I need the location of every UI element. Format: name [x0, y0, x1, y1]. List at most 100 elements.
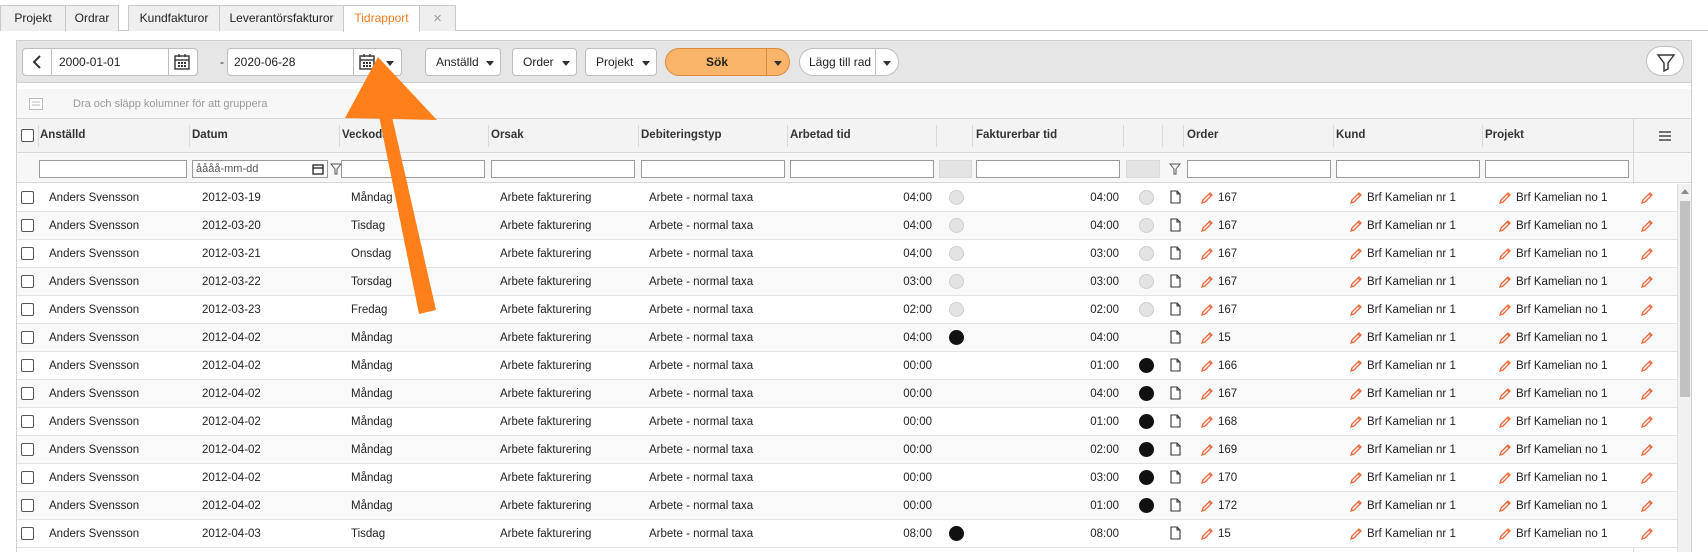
customer-cell[interactable]: Brf Kamelian nr 1	[1367, 360, 1456, 372]
order-cell[interactable]: 167	[1218, 388, 1237, 400]
pencil-icon[interactable]	[1498, 219, 1512, 233]
order-cell[interactable]: 168	[1218, 416, 1237, 428]
pencil-icon[interactable]	[1349, 331, 1363, 345]
add-row-button[interactable]: Lägg till rad	[799, 48, 899, 76]
pencil-icon[interactable]	[1640, 331, 1654, 345]
document-icon[interactable]	[1170, 526, 1181, 540]
pencil-icon[interactable]	[1498, 415, 1512, 429]
column-header-billing-type[interactable]: Debiteringstyp	[641, 129, 722, 141]
billing-type-filter-input[interactable]	[641, 160, 785, 178]
document-icon[interactable]	[1170, 330, 1181, 344]
pencil-icon[interactable]	[1498, 331, 1512, 345]
pencil-icon[interactable]	[1349, 191, 1363, 205]
customer-cell[interactable]: Brf Kamelian nr 1	[1367, 500, 1456, 512]
tab-kundfakturor[interactable]: Kundfakturor	[128, 5, 220, 31]
document-icon[interactable]	[1170, 498, 1181, 512]
pencil-icon[interactable]	[1349, 275, 1363, 289]
pencil-icon[interactable]	[1498, 359, 1512, 373]
pencil-icon[interactable]	[1349, 359, 1363, 373]
calendar-button[interactable]	[173, 53, 191, 74]
pencil-icon[interactable]	[1349, 527, 1363, 541]
pencil-icon[interactable]	[1640, 443, 1654, 457]
customer-cell[interactable]: Brf Kamelian nr 1	[1367, 304, 1456, 316]
column-header-billable-time[interactable]: Fakturerbar tid	[976, 129, 1057, 141]
project-cell[interactable]: Brf Kamelian no 1	[1516, 472, 1607, 484]
pencil-icon[interactable]	[1640, 387, 1654, 401]
pencil-icon[interactable]	[1498, 247, 1512, 261]
table-row[interactable]: Anders Svensson 2012-04-02 Måndag Arbete fa…	[17, 324, 1677, 352]
document-icon[interactable]	[1170, 386, 1181, 400]
billable-time-filter-input[interactable]	[976, 160, 1120, 178]
pencil-icon[interactable]	[1498, 527, 1512, 541]
table-row[interactable]: Anders Svensson 2012-03-23 Fredag Arbete fa…	[17, 296, 1677, 324]
tab-tidrapport[interactable]: Tidrapport	[343, 5, 420, 32]
search-button[interactable]: Sök	[665, 48, 790, 76]
table-row[interactable]: Anders Svensson 2012-04-03 Tisdag Arbete fa…	[17, 520, 1677, 548]
document-icon[interactable]	[1170, 358, 1181, 372]
group-by-bar[interactable]: Dra och släpp kolumner för att gruppera	[17, 89, 1691, 119]
pencil-icon[interactable]	[1200, 415, 1214, 429]
project-cell[interactable]: Brf Kamelian no 1	[1516, 248, 1607, 260]
column-header-date[interactable]: Datum	[192, 129, 228, 141]
customer-cell[interactable]: Brf Kamelian nr 1	[1367, 388, 1456, 400]
row-checkbox[interactable]	[21, 247, 34, 260]
table-row[interactable]: Anders Svensson 2012-03-22 Torsdag Arbete f…	[17, 268, 1677, 296]
table-row[interactable]: Anders Svensson 2012-04-02 Måndag Arbete fa…	[17, 352, 1677, 380]
order-dropdown[interactable]: Order	[512, 48, 577, 76]
project-filter-input[interactable]	[1485, 160, 1629, 178]
row-checkbox[interactable]	[21, 387, 34, 400]
project-dropdown[interactable]: Projekt	[585, 48, 657, 76]
project-cell[interactable]: Brf Kamelian no 1	[1516, 304, 1607, 316]
table-row[interactable]: Anders Svensson 2012-03-21 Onsdag Arbete fa…	[17, 240, 1677, 268]
pencil-icon[interactable]	[1200, 275, 1214, 289]
scroll-up-icon[interactable]	[1681, 188, 1689, 194]
project-cell[interactable]: Brf Kamelian no 1	[1516, 416, 1607, 428]
caret-down-icon[interactable]	[883, 61, 891, 66]
column-header-weekday[interactable]: Veckodag	[342, 129, 396, 141]
vertical-scrollbar[interactable]	[1677, 184, 1691, 552]
pencil-icon[interactable]	[1200, 527, 1214, 541]
pencil-icon[interactable]	[1640, 275, 1654, 289]
pencil-icon[interactable]	[1200, 471, 1214, 485]
project-cell[interactable]: Brf Kamelian no 1	[1516, 360, 1607, 372]
pencil-icon[interactable]	[1200, 331, 1214, 345]
tab-ordrar[interactable]: Ordrar	[65, 5, 119, 31]
table-row[interactable]: Anders Svensson 2012-04-02 Måndag Arbete fa…	[17, 492, 1677, 520]
employee-filter-input[interactable]	[39, 160, 187, 178]
pencil-icon[interactable]	[1640, 415, 1654, 429]
project-cell[interactable]: Brf Kamelian no 1	[1516, 332, 1607, 344]
column-header-reason[interactable]: Orsak	[491, 129, 524, 141]
row-checkbox[interactable]	[21, 527, 34, 540]
order-cell[interactable]: 167	[1218, 192, 1237, 204]
table-row[interactable]: Anders Svensson 2012-04-02 Måndag Arbete fa…	[17, 408, 1677, 436]
previous-period-button[interactable]	[23, 49, 51, 75]
pencil-icon[interactable]	[1640, 247, 1654, 261]
calendar-icon[interactable]	[312, 163, 324, 175]
row-checkbox[interactable]	[21, 443, 34, 456]
filter-icon[interactable]	[1169, 163, 1181, 175]
project-cell[interactable]: Brf Kamelian no 1	[1516, 444, 1607, 456]
project-cell[interactable]: Brf Kamelian no 1	[1516, 388, 1607, 400]
document-icon[interactable]	[1170, 246, 1181, 260]
reason-filter-input[interactable]	[491, 160, 635, 178]
table-row[interactable]: Anders Svensson 2012-04-02 Måndag Arbete fa…	[17, 464, 1677, 492]
project-cell[interactable]: Brf Kamelian no 1	[1516, 276, 1607, 288]
pencil-icon[interactable]	[1640, 359, 1654, 373]
pencil-icon[interactable]	[1200, 219, 1214, 233]
pencil-icon[interactable]	[1640, 527, 1654, 541]
customer-cell[interactable]: Brf Kamelian nr 1	[1367, 276, 1456, 288]
pencil-icon[interactable]	[1498, 275, 1512, 289]
date-to-input[interactable]: 2020-06-28	[228, 49, 353, 75]
pencil-icon[interactable]	[1349, 471, 1363, 485]
customer-cell[interactable]: Brf Kamelian nr 1	[1367, 444, 1456, 456]
project-cell[interactable]: Brf Kamelian no 1	[1516, 500, 1607, 512]
calendar-button[interactable]	[358, 53, 376, 74]
scrollbar-thumb[interactable]	[1680, 201, 1690, 397]
row-checkbox[interactable]	[21, 471, 34, 484]
project-cell[interactable]: Brf Kamelian no 1	[1516, 220, 1607, 232]
column-header-worked-time[interactable]: Arbetad tid	[790, 129, 851, 141]
row-checkbox[interactable]	[21, 303, 34, 316]
order-cell[interactable]: 167	[1218, 304, 1237, 316]
pencil-icon[interactable]	[1640, 471, 1654, 485]
order-cell[interactable]: 172	[1218, 500, 1237, 512]
